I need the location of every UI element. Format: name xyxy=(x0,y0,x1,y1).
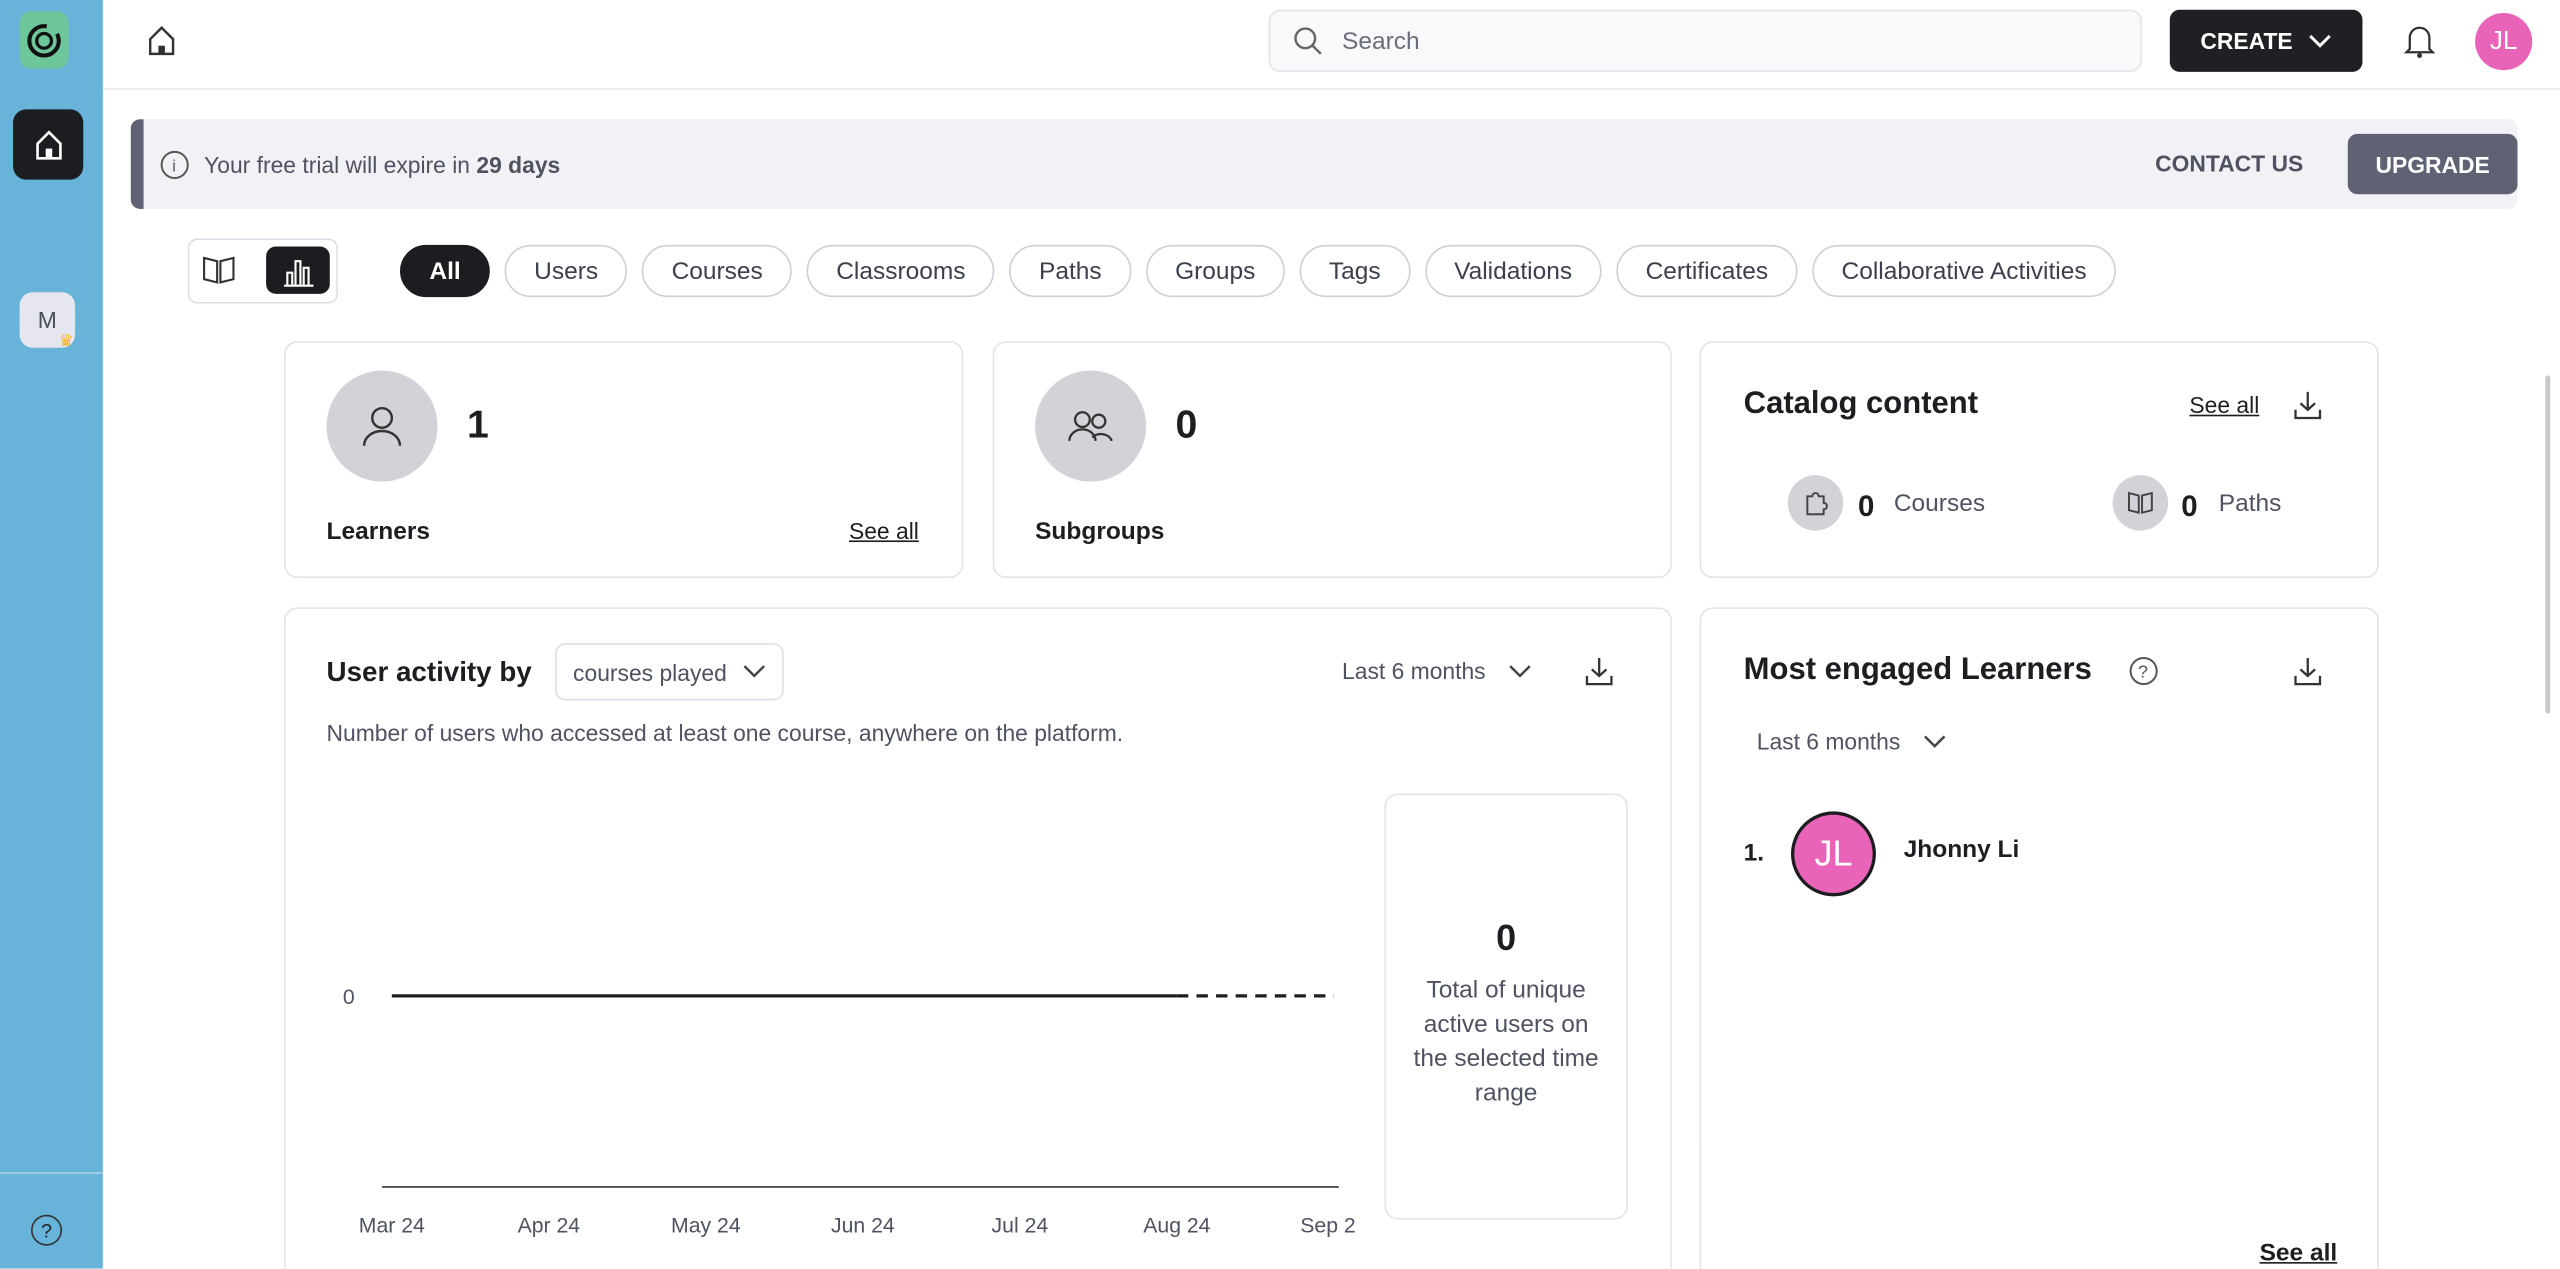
activity-description: Number of users who accessed at least on… xyxy=(326,719,1124,747)
search-input[interactable]: Search xyxy=(1268,9,2143,72)
filter-collaborative-activities[interactable]: Collaborative Activities xyxy=(1812,244,2116,298)
x-tick-label: Jul 24 xyxy=(992,1215,1049,1238)
filter-all[interactable]: All xyxy=(399,244,491,298)
filter-paths[interactable]: Paths xyxy=(1009,244,1132,298)
filter-users[interactable]: Users xyxy=(504,244,628,298)
learner-avatar[interactable]: JL xyxy=(1791,811,1876,897)
filter-certificates[interactable]: Certificates xyxy=(1616,244,1798,298)
logo-icon[interactable] xyxy=(19,11,69,69)
search-placeholder: Search xyxy=(1342,26,1420,55)
x-tick-label: Mar 24 xyxy=(359,1215,425,1238)
sidebar-home-button[interactable] xyxy=(13,109,84,180)
x-tick-label: Apr 24 xyxy=(518,1215,581,1238)
catalog-paths-count: 0 xyxy=(2181,489,2198,523)
help-icon[interactable]: ? xyxy=(31,1214,63,1246)
chevron-down-icon xyxy=(1509,664,1531,677)
catalog-courses-label[interactable]: Courses xyxy=(1894,490,1985,518)
engaged-see-all-link[interactable]: See all xyxy=(2260,1239,2338,1267)
x-tick-label: Sep 24 xyxy=(1300,1215,1355,1238)
upgrade-button[interactable]: UPGRADE xyxy=(2347,133,2518,195)
user-avatar[interactable]: JL xyxy=(2475,13,2533,71)
x-tick-label: May 24 xyxy=(671,1215,741,1238)
help-icon[interactable]: ? xyxy=(2129,656,2158,686)
total-users-count: 0 xyxy=(1496,917,1517,959)
chevron-down-icon xyxy=(1923,734,1946,748)
svg-text:?: ? xyxy=(2138,662,2148,682)
total-users-panel: 0 Total of unique active users on the se… xyxy=(1384,793,1628,1220)
download-icon[interactable] xyxy=(1585,656,1613,686)
bell-icon[interactable] xyxy=(2403,23,2436,59)
sidebar xyxy=(0,0,103,1269)
catalog-courses-count: 0 xyxy=(1857,489,1875,523)
download-icon[interactable] xyxy=(2294,390,2322,420)
filter-validations[interactable]: Validations xyxy=(1424,244,1602,298)
y-tick-label: 0 xyxy=(343,986,355,1009)
scrollbar[interactable] xyxy=(2545,375,2551,714)
activity-metric-dropdown[interactable]: courses played xyxy=(555,643,784,701)
puzzle-icon xyxy=(1787,475,1844,531)
subgroups-label: Subgroups xyxy=(1035,517,1165,546)
trial-text: Your free trial will expire in 29 days xyxy=(204,151,561,178)
engaged-learners-card xyxy=(1699,607,2379,1269)
catalog-paths-label[interactable]: Paths xyxy=(2219,490,2282,518)
crown-icon: ♛ xyxy=(58,333,74,352)
catalog-see-all-link[interactable]: See all xyxy=(2189,392,2259,418)
chevron-down-icon xyxy=(2309,34,2332,47)
home-icon xyxy=(35,129,61,159)
activity-title: User activity by xyxy=(326,656,532,688)
workspace-initial: M xyxy=(37,306,57,334)
create-button[interactable]: CREATE xyxy=(2169,9,2363,72)
book-icon xyxy=(2112,475,2169,531)
bar-chart-icon xyxy=(283,259,313,286)
analytics-view-button[interactable] xyxy=(266,246,330,294)
download-icon[interactable] xyxy=(2294,656,2322,686)
contact-us-link[interactable]: CONTACT US xyxy=(2155,150,2303,176)
sidebar-divider xyxy=(0,1172,103,1174)
filter-groups[interactable]: Groups xyxy=(1145,244,1285,298)
engaged-range-dropdown[interactable]: Last 6 months xyxy=(1757,728,1946,754)
engaged-title: Most engaged Learners xyxy=(1743,653,2092,688)
catalog-title: Catalog content xyxy=(1743,386,1979,422)
activity-line-chart: 0 Mar 24 Apr 24 May 24 Jun 24 Jul 24 Aug 24 Sep… xyxy=(343,986,1355,1238)
filter-courses[interactable]: Courses xyxy=(642,244,793,298)
total-users-label: Total of unique active users on the sele… xyxy=(1413,976,1599,1107)
users-group-icon xyxy=(1035,370,1147,482)
x-tick-label: Aug 24 xyxy=(1143,1215,1210,1238)
subgroups-count: 0 xyxy=(1175,403,1198,448)
user-icon xyxy=(326,370,438,482)
learner-name[interactable]: Jhonny Li xyxy=(1904,836,2020,864)
x-tick-label: Jun 24 xyxy=(831,1215,895,1238)
filter-tags[interactable]: Tags xyxy=(1299,244,1411,298)
activity-range-dropdown[interactable]: Last 6 months xyxy=(1342,658,1531,684)
search-icon xyxy=(1294,27,1322,55)
info-icon: i xyxy=(160,150,189,179)
catalog-card xyxy=(1699,341,2379,578)
create-label: CREATE xyxy=(2200,27,2293,54)
chevron-down-icon xyxy=(743,665,766,678)
svg-text:i: i xyxy=(172,157,176,175)
range-value: Last 6 months xyxy=(1342,657,1486,685)
learners-label: Learners xyxy=(326,517,430,546)
metric-value: courses played xyxy=(573,658,727,685)
catalog-view-book-icon[interactable] xyxy=(201,253,237,286)
range-value: Last 6 months xyxy=(1756,728,1901,755)
filter-classrooms[interactable]: Classrooms xyxy=(806,244,995,298)
home-icon[interactable] xyxy=(145,24,178,57)
learners-see-all-link[interactable]: See all xyxy=(849,518,919,544)
filter-pills: All Users Courses Classrooms Paths Groups Tags… xyxy=(399,244,2116,298)
learners-count: 1 xyxy=(466,403,489,448)
learner-rank: 1. xyxy=(1743,839,1765,867)
